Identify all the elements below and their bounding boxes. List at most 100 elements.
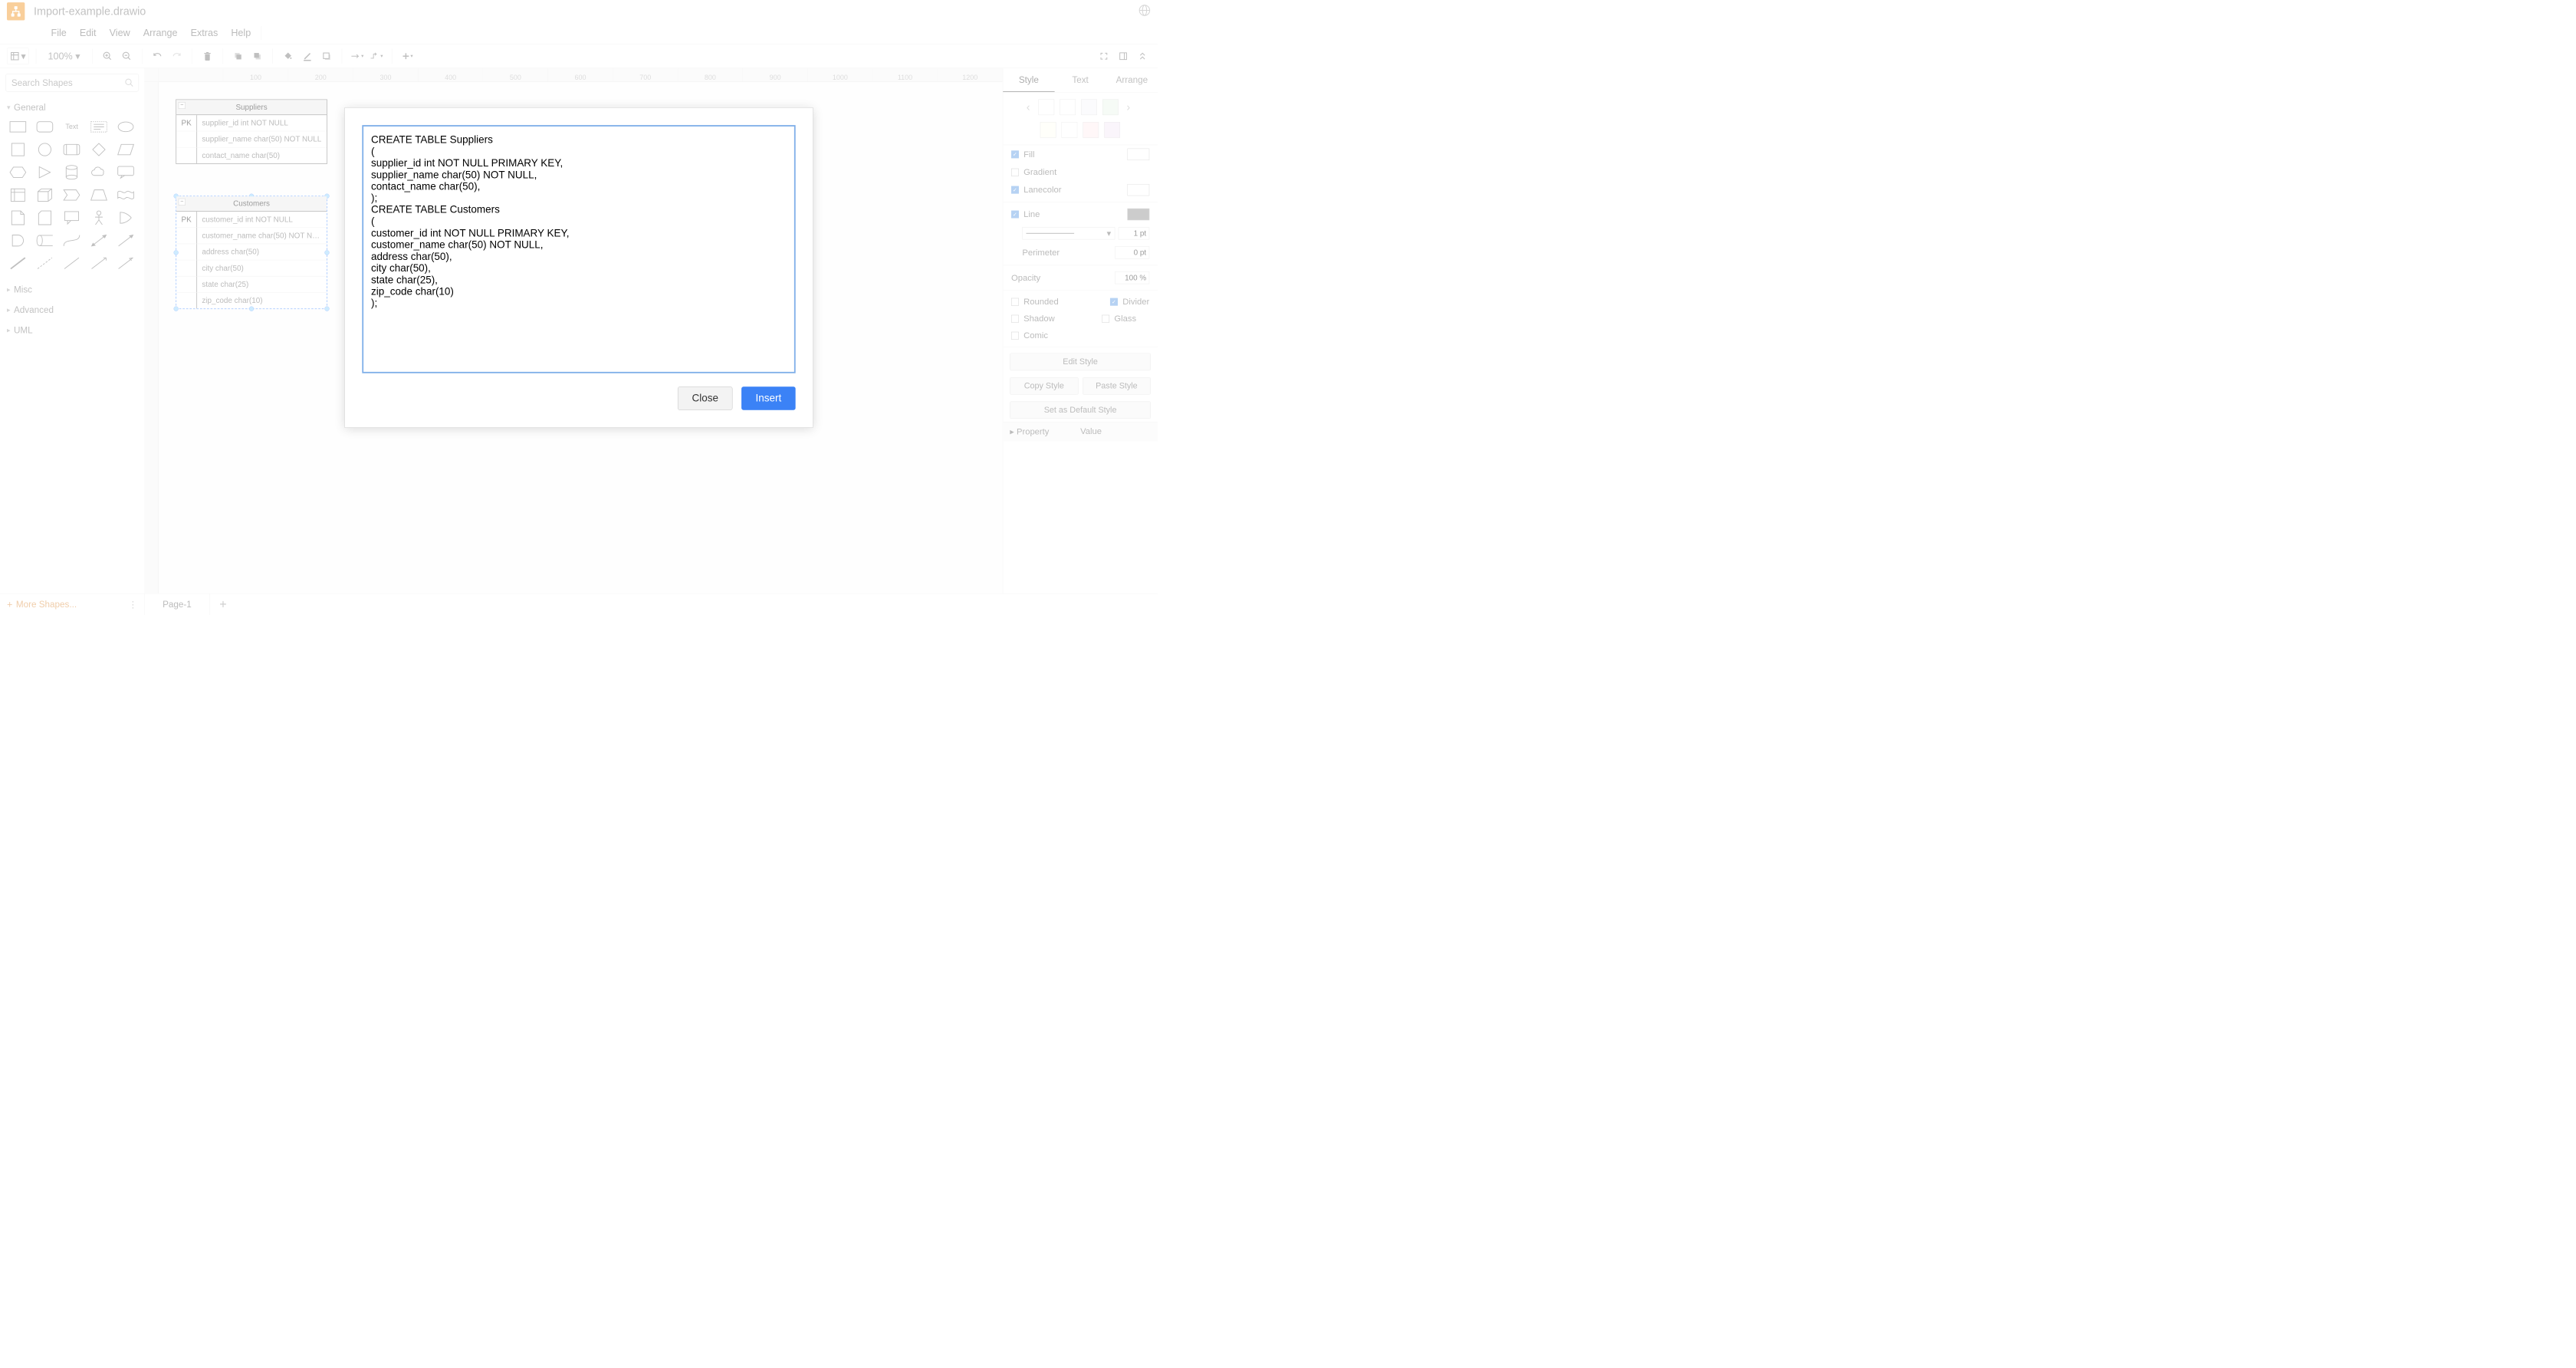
collapse-icon[interactable]: − [179,199,186,206]
shape-line[interactable] [61,254,83,272]
shape-step[interactable] [61,186,83,204]
category-uml[interactable]: UML [0,320,144,340]
shape-card[interactable] [34,209,56,227]
shape-rounded-rect[interactable] [34,117,56,136]
shape-hexagon[interactable] [7,163,29,182]
insert-button[interactable]: Insert [741,386,796,410]
page-tab-1[interactable]: Page-1 [145,594,210,614]
shape-and[interactable] [7,232,29,250]
lanecolor-button[interactable] [1127,184,1149,196]
menu-arrange[interactable]: Arrange [137,25,184,41]
menu-view[interactable]: View [104,25,136,41]
opacity-input[interactable] [1115,271,1149,284]
fill-color-button[interactable] [1127,149,1149,160]
shape-tape[interactable] [115,186,137,204]
shape-square[interactable] [7,140,29,159]
view-mode-dropdown[interactable]: ▾ [7,48,29,64]
shape-dashed[interactable] [34,254,56,272]
undo-icon[interactable] [149,48,166,64]
style-swatch[interactable] [1083,122,1099,138]
shadow-checkbox[interactable] [1011,315,1019,323]
globe-icon[interactable] [1138,4,1151,18]
tab-text[interactable]: Text [1054,68,1106,92]
shape-trapezoid[interactable] [87,186,110,204]
rounded-checkbox[interactable] [1011,298,1019,306]
shape-arrow[interactable] [115,232,137,250]
line-color-button[interactable] [1127,209,1149,220]
zoom-in-icon[interactable] [99,48,116,64]
shape-cube[interactable] [34,186,56,204]
shape-internal-storage[interactable] [7,186,29,204]
shape-cylinder[interactable] [61,163,83,182]
menu-help[interactable]: Help [225,25,257,41]
search-icon[interactable] [124,78,134,90]
shape-line-arrow[interactable] [87,254,110,272]
collapse-icon[interactable]: − [179,102,186,109]
swatch-next-icon[interactable]: › [1124,100,1133,113]
gradient-checkbox[interactable] [1011,169,1019,176]
shape-triangle[interactable] [34,163,56,182]
divider-checkbox[interactable]: ✓ [1110,298,1118,306]
sql-input-textarea[interactable] [362,125,795,373]
style-swatch[interactable] [1102,99,1119,115]
style-swatch[interactable] [1040,122,1056,138]
shape-line-arrow2[interactable] [115,254,137,272]
tab-arrange[interactable]: Arrange [1106,68,1158,92]
line-style-select[interactable]: ▾ [1022,227,1115,239]
shadow-icon[interactable] [318,48,335,64]
shape-cloud[interactable] [87,163,110,182]
style-swatch[interactable] [1038,99,1054,115]
insert-icon[interactable]: ▾ [399,48,416,64]
properties-header[interactable]: ▸ PropertyValue [1003,423,1158,442]
line-checkbox[interactable]: ✓ [1011,211,1019,219]
zoom-out-icon[interactable] [118,48,135,64]
set-default-style-button[interactable]: Set as Default Style [1010,402,1151,419]
shape-note[interactable] [7,209,29,227]
edit-style-button[interactable]: Edit Style [1010,354,1151,370]
close-button[interactable]: Close [678,386,732,410]
category-misc[interactable]: Misc [0,279,144,300]
document-title[interactable]: Import-example.drawio [34,5,146,18]
fill-checkbox[interactable]: ✓ [1011,150,1019,158]
entity-suppliers[interactable]: −Suppliers PKsupplier_id int NOT NULL su… [176,99,327,163]
style-swatch[interactable] [1081,99,1097,115]
redo-icon[interactable] [169,48,186,64]
menu-extras[interactable]: Extras [185,25,225,41]
style-swatch[interactable] [1060,99,1076,115]
waypoint-icon[interactable]: ▾ [368,48,385,64]
to-back-icon[interactable] [249,48,266,64]
paste-style-button[interactable]: Paste Style [1083,377,1151,394]
category-general[interactable]: General [0,97,144,118]
shape-actor[interactable] [87,209,110,227]
shape-datastore[interactable] [34,232,56,250]
shape-diamond[interactable] [87,140,110,159]
category-advanced[interactable]: Advanced [0,300,144,321]
shape-rect[interactable] [7,117,29,136]
shape-biarrow[interactable] [87,232,110,250]
line-width-input[interactable] [1119,227,1149,239]
tab-style[interactable]: Style [1003,68,1054,92]
glass-checkbox[interactable] [1102,315,1109,323]
shape-process[interactable] [61,140,83,159]
shape-circle[interactable] [34,140,56,159]
menu-edit[interactable]: Edit [74,25,103,41]
swatch-prev-icon[interactable]: ‹ [1024,100,1033,113]
lanecolor-checkbox[interactable]: ✓ [1011,186,1019,194]
shape-line-thick[interactable] [7,254,29,272]
shape-curve[interactable] [61,232,83,250]
add-page-icon[interactable]: + [210,597,237,612]
menu-file[interactable]: File [44,25,72,41]
to-front-icon[interactable] [230,48,247,64]
shape-or[interactable] [115,209,137,227]
entity-customers[interactable]: −Customers PKcustomer_id int NOT NULL cu… [176,196,327,309]
fullscreen-icon[interactable] [1096,48,1112,64]
delete-icon[interactable] [199,48,216,64]
shape-callout[interactable] [115,163,137,182]
shape-text[interactable]: Text [61,117,83,136]
shape-ellipse[interactable] [115,117,137,136]
style-swatch[interactable] [1104,122,1120,138]
comic-checkbox[interactable] [1011,332,1019,340]
style-swatch[interactable] [1062,122,1078,138]
fill-color-icon[interactable] [280,48,297,64]
shape-parallelogram[interactable] [115,140,137,159]
